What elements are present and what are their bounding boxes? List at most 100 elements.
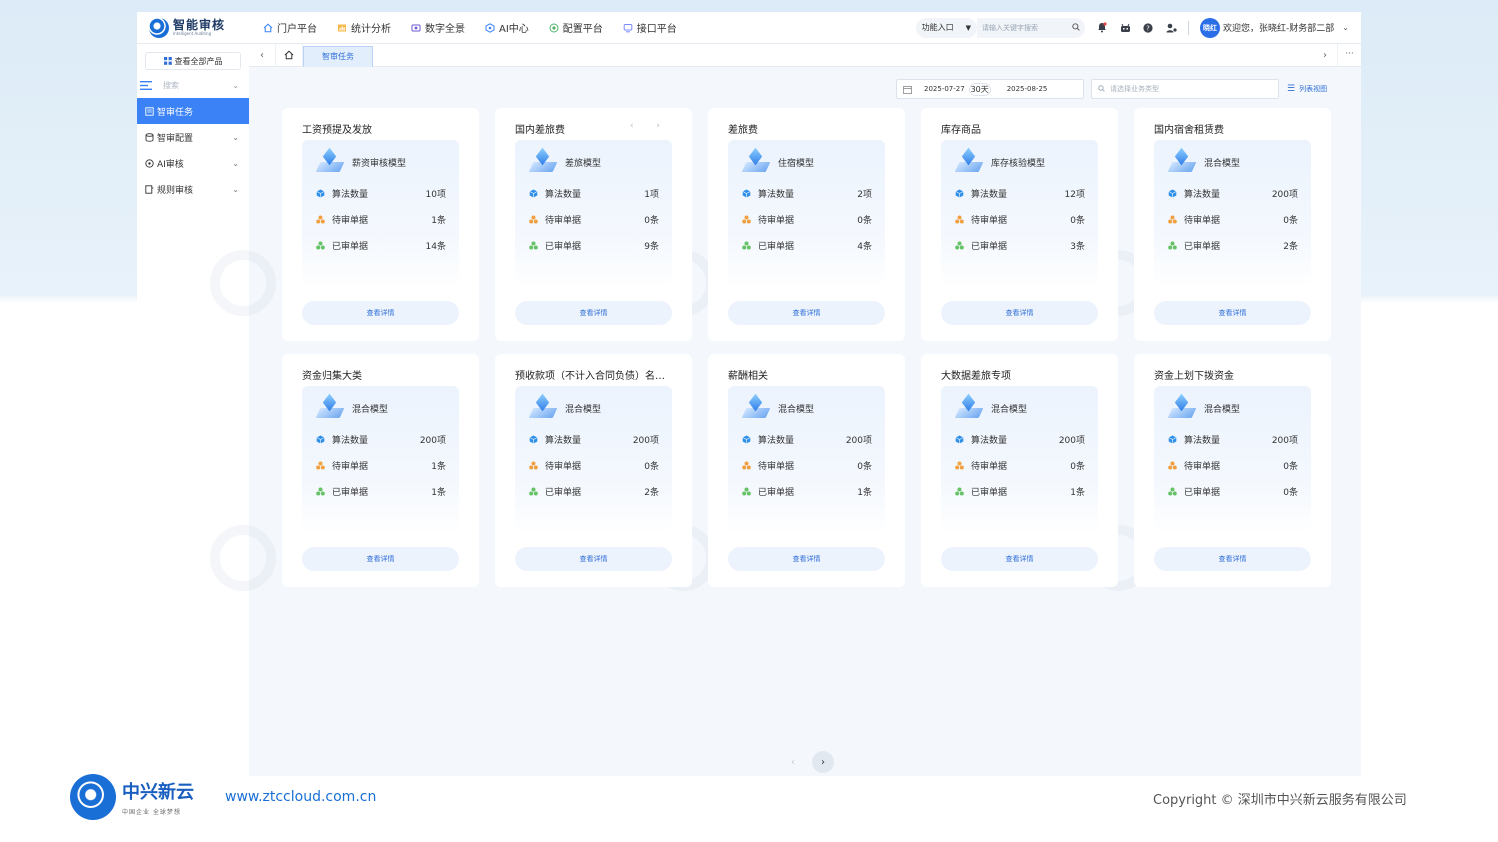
task-card[interactable]: 预收款项（不计入合同负债）名下款项 混合模型 算法数量 200项 待审单据 0条 已审单据 2… — [495, 354, 692, 587]
view-details-button[interactable]: 查看详情 — [728, 547, 885, 571]
task-card[interactable]: 资金归集大类 混合模型 算法数量 200项 待审单据 1条 已审单据 1条 查看详情 — [282, 354, 479, 587]
done-dots-icon — [1168, 241, 1177, 250]
task-card[interactable]: 库存商品 库存核验模型 算法数量 12项 待审单据 0条 已审单据 3条 查看详情 — [921, 108, 1118, 341]
sidebar-item-3[interactable]: 规则审核 ⌄ — [137, 176, 249, 202]
view-details-button[interactable]: 查看详情 — [1154, 547, 1311, 571]
nav-item-2[interactable]: 数字全景 — [411, 20, 465, 35]
card-pager-arrows[interactable]: ‹ › — [630, 121, 670, 131]
task-card[interactable]: 工资预提及发放 薪资审核模型 算法数量 10项 待审单据 1条 已审单据 14条 查看详情 — [282, 108, 479, 341]
view-details-button[interactable]: 查看详情 — [515, 547, 672, 571]
stat-pending-docs: 待审单据 0条 — [955, 213, 1085, 226]
tab-scroll-left-icon[interactable]: ‹ — [249, 50, 275, 61]
business-type-select[interactable]: 请选择业务类型 — [1091, 79, 1279, 99]
nav-item-label: 门户平台 — [277, 24, 317, 35]
done-dots-icon — [316, 241, 325, 250]
tab-home[interactable] — [275, 43, 303, 67]
notification-bell-icon[interactable] — [1096, 22, 1108, 34]
view-details-button[interactable]: 查看详情 — [941, 547, 1098, 571]
logo-title: 智能审核 — [173, 18, 226, 32]
task-card[interactable]: 国内宿舍租赁费 混合模型 算法数量 200项 待审单据 0条 已审单据 2条 查看详情 — [1134, 108, 1331, 341]
user-settings-icon[interactable] — [1165, 22, 1177, 34]
card-stats-panel: 库存核验模型 算法数量 12项 待审单据 0条 已审单据 3条 — [941, 140, 1098, 288]
view-details-button[interactable]: 查看详情 — [515, 301, 672, 325]
card-stats-panel: 差旅模型 算法数量 1项 待审单据 0条 已审单据 9条 — [515, 140, 672, 288]
model-row: 混合模型 — [528, 393, 602, 420]
stat-value: 1项 — [644, 190, 659, 200]
date-end[interactable]: 2025-08-25 — [1007, 85, 1048, 93]
welcome-user-text[interactable]: 欢迎您，张晓红-财务部二部 — [1223, 21, 1334, 34]
next-page-icon[interactable]: › — [812, 751, 834, 773]
nav-item-5[interactable]: 接口平台 — [623, 20, 677, 35]
stat-pending-docs: 待审单据 1条 — [316, 459, 446, 472]
chevron-down-icon[interactable]: ⌄ — [232, 185, 239, 194]
global-search-placeholder: 请输入关键字搜索 — [982, 23, 1039, 32]
footer-slogan: 中国企业 全球梦想 — [122, 809, 181, 816]
app-logo[interactable]: 智能审核 Intelligent Auditing — [149, 17, 249, 38]
help-icon[interactable]: ? — [1142, 22, 1154, 34]
task-card[interactable]: 薪酬相关 混合模型 算法数量 200项 待审单据 0条 已审单据 1条 查看详情 — [708, 354, 905, 587]
task-card[interactable]: 差旅费 住宿模型 算法数量 2项 待审单据 0条 已审单据 4条 查看详情 — [708, 108, 905, 341]
stat-value: 1条 — [431, 488, 446, 498]
sidebar-item-1[interactable]: 智审配置 ⌄ — [137, 124, 249, 150]
card-title: 国内宿舍租赁费 — [1154, 125, 1224, 136]
stat-label: 待审单据 — [1184, 216, 1221, 226]
sidebar: 查看全部产品 搜索 ⌄ 智审任务 智审配置 ⌄ AI审核 ⌄ 规则审核 ⌄ — [137, 44, 249, 776]
sidebar-item-2[interactable]: AI审核 ⌄ — [137, 150, 249, 176]
task-list-icon — [145, 106, 154, 116]
chevron-down-icon[interactable]: ⌄ — [1342, 23, 1349, 32]
global-search-input[interactable]: 请输入关键字搜索 — [977, 17, 1086, 38]
sidebar-search[interactable]: 搜索 ⌄ — [137, 74, 249, 96]
robot-icon[interactable] — [1119, 22, 1131, 34]
model-cube-icon — [315, 147, 345, 174]
task-card[interactable]: 大数据差旅专项 混合模型 算法数量 200项 待审单据 0条 已审单据 1条 查看详情 — [921, 354, 1118, 587]
view-details-button[interactable]: 查看详情 — [1154, 301, 1311, 325]
stat-value: 1条 — [431, 462, 446, 472]
nav-item-1[interactable]: 统计分析 — [337, 20, 391, 35]
chevron-down-icon[interactable]: ⌄ — [232, 133, 239, 142]
sidebar-item-0[interactable]: 智审任务 — [137, 98, 249, 124]
stat-value: 14条 — [425, 242, 446, 252]
stat-value: 0条 — [857, 216, 872, 226]
function-entry-select[interactable]: 功能入口 ▼ — [915, 17, 978, 38]
view-details-button[interactable]: 查看详情 — [728, 301, 885, 325]
avatar[interactable]: 晓红 — [1200, 17, 1221, 38]
interface-icon — [623, 23, 633, 33]
tab-scroll-right-icon[interactable]: › — [1313, 50, 1337, 61]
function-entry-label: 功能入口 — [921, 23, 954, 32]
list-icon: ☰ — [1287, 84, 1296, 94]
cube-icon — [316, 435, 325, 444]
model-cube-icon — [954, 393, 984, 420]
view-all-products-button[interactable]: 查看全部产品 — [145, 52, 241, 70]
nav-item-3[interactable]: AI中心 — [485, 20, 529, 35]
more-icon[interactable]: ··· — [1337, 43, 1361, 67]
menu-collapse-icon[interactable] — [140, 80, 153, 90]
chevron-down-icon[interactable]: ⌄ — [232, 159, 239, 168]
card-stats-panel: 混合模型 算法数量 200项 待审单据 0条 已审单据 2条 — [515, 386, 672, 534]
prev-page-icon[interactable]: ‹ — [782, 751, 804, 773]
card-stats-panel: 住宿模型 算法数量 2项 待审单据 0条 已审单据 4条 — [728, 140, 885, 288]
tab-smart-audit-task[interactable]: 智审任务 — [303, 45, 373, 67]
date-start[interactable]: 2025-07-27 — [924, 85, 965, 93]
task-card[interactable]: 资金上划下拨资金 混合模型 算法数量 200项 待审单据 0条 已审单据 0条 查看详情 — [1134, 354, 1331, 587]
view-details-button[interactable]: 查看详情 — [302, 547, 459, 571]
stat-label: 已审单据 — [971, 242, 1008, 252]
logo-icon — [149, 17, 169, 38]
pending-dots-icon — [316, 215, 325, 224]
date-range-picker[interactable]: 2025-07-27 30天 2025-08-25 — [896, 79, 1084, 99]
task-card[interactable]: 国内差旅费 ‹ › 差旅模型 算法数量 1项 待审单据 0条 已审单据 9条 查看详情 — [495, 108, 692, 341]
config-icon — [549, 23, 559, 33]
search-icon[interactable] — [1072, 22, 1080, 33]
nav-item-4[interactable]: 配置平台 — [549, 20, 603, 35]
list-view-toggle[interactable]: ☰ 列表视图 — [1287, 84, 1327, 94]
view-details-button[interactable]: 查看详情 — [941, 301, 1098, 325]
stat-value: 1条 — [857, 488, 872, 498]
done-dots-icon — [529, 487, 538, 496]
cube-icon — [316, 189, 325, 198]
footer-url[interactable]: www.ztccloud.com.cn — [225, 789, 376, 805]
model-name: 混合模型 — [565, 404, 602, 415]
view-details-button[interactable]: 查看详情 — [302, 301, 459, 325]
nav-item-0[interactable]: 门户平台 — [263, 20, 317, 35]
logo-subtitle: Intelligent Auditing — [173, 31, 212, 36]
date-days-badge[interactable]: 30天 — [968, 82, 991, 96]
done-dots-icon — [1168, 487, 1177, 496]
